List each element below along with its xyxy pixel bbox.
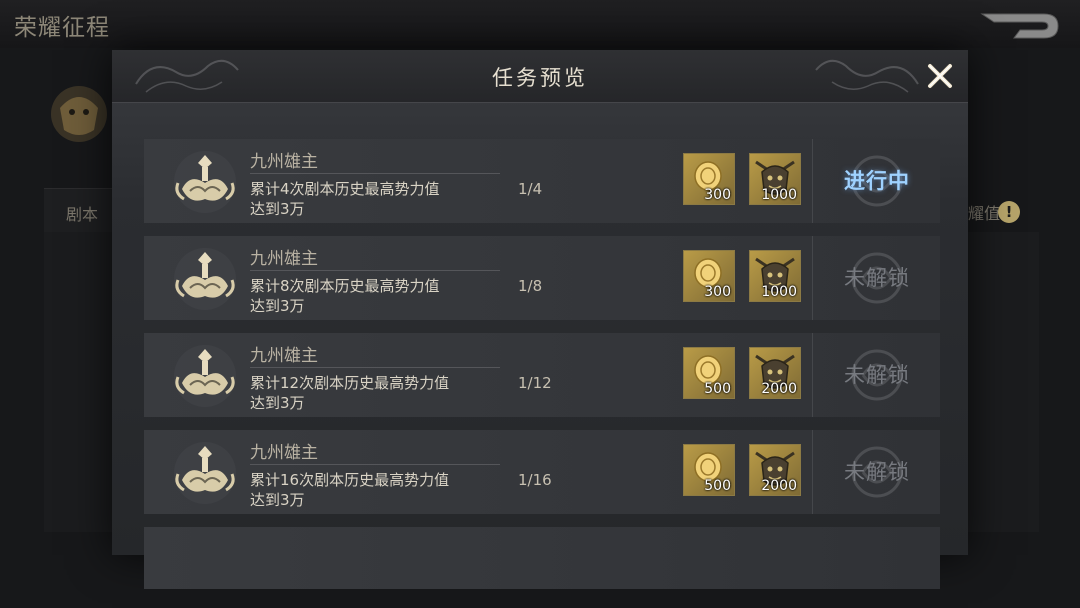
general-portrait-icon [51, 86, 107, 142]
reward-slot-coin[interactable]: 500 [683, 444, 735, 496]
back-arrow-icon [980, 13, 1059, 39]
task-status-label: 未解锁 [844, 266, 910, 290]
task-description: 累计16次剧本历史最高势力值 达到3万 [250, 471, 450, 509]
reward-count: 500 [704, 381, 731, 397]
modal-header: 任务预览 [112, 50, 968, 103]
modal-title: 任务预览 [492, 66, 588, 90]
task-status[interactable]: 未解锁 [812, 430, 940, 514]
back-button[interactable] [980, 10, 1062, 42]
lotus-crest-icon [174, 248, 236, 310]
lotus-crest-icon [174, 442, 236, 504]
close-icon [928, 64, 952, 88]
divider [250, 270, 500, 271]
page-title: 荣耀征程 [14, 15, 110, 41]
task-name: 九州雄主 [250, 249, 318, 269]
task-progress: 1/12 [518, 374, 552, 392]
reward-slot-mask[interactable]: 1000 [749, 153, 801, 205]
reward-count: 300 [704, 187, 731, 203]
task-description: 累计8次剧本历史最高势力值 达到3万 [250, 277, 440, 315]
task-progress: 1/8 [518, 277, 543, 295]
task-row [144, 527, 940, 589]
task-name: 九州雄主 [250, 346, 318, 366]
divider [250, 173, 500, 174]
task-row: 九州雄主 累计16次剧本历史最高势力值 达到3万 1/16 500 2000 未… [144, 430, 940, 514]
task-progress: 1/4 [518, 180, 543, 198]
task-row: 九州雄主 累计12次剧本历史最高势力值 达到3万 1/12 500 2000 未… [144, 333, 940, 417]
task-status-label: 未解锁 [844, 460, 910, 484]
top-bar: 荣耀征程 [0, 0, 1080, 48]
bg-right-label: 耀值 [968, 204, 1001, 223]
task-progress: 1/16 [518, 471, 552, 489]
reward-count: 1000 [761, 187, 797, 203]
reward-count: 300 [704, 284, 731, 300]
task-name: 九州雄主 [250, 443, 318, 463]
task-row: 九州雄主 累计8次剧本历史最高势力值 达到3万 1/8 300 1000 未解锁 [144, 236, 940, 320]
reward-slot-coin[interactable]: 300 [683, 153, 735, 205]
lotus-crest-icon [174, 151, 236, 213]
reward-slot-mask[interactable]: 2000 [749, 347, 801, 399]
reward-slot-mask[interactable]: 2000 [749, 444, 801, 496]
task-status[interactable]: 进行中 [812, 139, 940, 223]
task-description: 累计12次剧本历史最高势力值 达到3万 [250, 374, 450, 412]
bg-tab-label: 剧本 [66, 205, 99, 224]
task-description: 累计4次剧本历史最高势力值 达到3万 [250, 180, 440, 218]
task-status[interactable]: 未解锁 [812, 333, 940, 417]
task-name: 九州雄主 [250, 152, 318, 172]
reward-count: 1000 [761, 284, 797, 300]
divider [250, 464, 500, 465]
reward-slot-coin[interactable]: 300 [683, 250, 735, 302]
close-button[interactable] [922, 58, 958, 94]
task-preview-modal: 任务预览 九州雄主 累计4次剧本历史最高势力值 达到3万 1/4 300 100… [112, 50, 968, 589]
task-status-label: 未解锁 [844, 363, 910, 387]
lotus-crest-icon [174, 345, 236, 407]
reward-count: 2000 [761, 478, 797, 494]
task-status[interactable]: 未解锁 [812, 236, 940, 320]
reward-count: 2000 [761, 381, 797, 397]
task-status-label: 进行中 [844, 169, 910, 193]
divider [250, 367, 500, 368]
task-list[interactable]: 九州雄主 累计4次剧本历史最高势力值 达到3万 1/4 300 1000 进行中… [144, 139, 940, 589]
reward-count: 500 [704, 478, 731, 494]
reward-slot-mask[interactable]: 1000 [749, 250, 801, 302]
task-row: 九州雄主 累计4次剧本历史最高势力值 达到3万 1/4 300 1000 进行中 [144, 139, 940, 223]
reward-slot-coin[interactable]: 500 [683, 347, 735, 399]
info-icon[interactable]: ! [998, 201, 1020, 223]
